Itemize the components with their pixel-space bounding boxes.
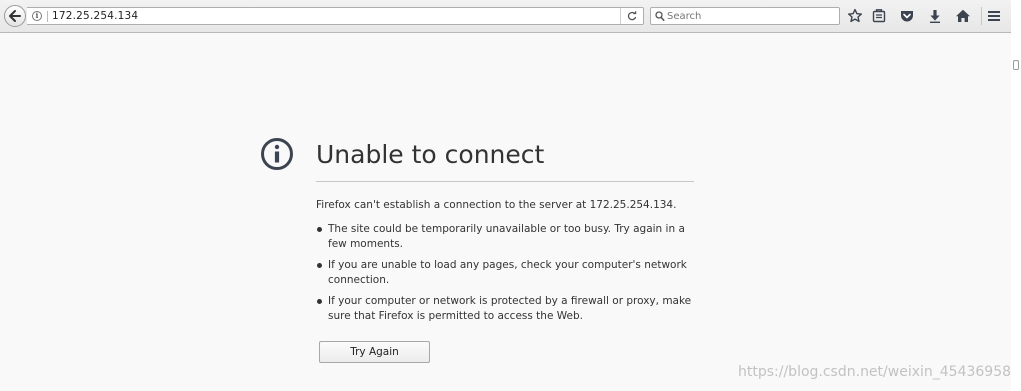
url-bar[interactable]: i 172.25.254.134	[27, 7, 644, 25]
reload-button[interactable]	[620, 8, 643, 24]
list-item: The site could be temporarily unavailabl…	[316, 222, 696, 252]
bookmark-star-icon[interactable]	[847, 8, 863, 24]
download-icon[interactable]	[927, 8, 943, 24]
error-title: Unable to connect	[316, 140, 545, 169]
title-divider	[316, 181, 694, 182]
search-icon	[655, 11, 665, 22]
home-icon[interactable]	[955, 8, 971, 24]
error-description: Firefox can't establish a connection to …	[316, 199, 677, 211]
hamburger-menu-icon[interactable]	[986, 8, 1002, 24]
watermark-text: https://blog.csdn.net/weixin_45436958	[738, 364, 1012, 380]
back-arrow-icon	[9, 10, 21, 22]
navigation-toolbar: i 172.25.254.134	[0, 0, 1011, 33]
window-edge	[1011, 0, 1021, 391]
search-bar[interactable]	[650, 7, 840, 25]
pocket-icon[interactable]	[899, 8, 915, 24]
search-input[interactable]	[667, 8, 835, 24]
list-item: If your computer or network is protected…	[316, 294, 696, 324]
reload-icon	[627, 11, 637, 21]
try-again-button[interactable]: Try Again	[319, 341, 430, 363]
back-button[interactable]	[4, 5, 26, 27]
error-suggestions: The site could be temporarily unavailabl…	[316, 222, 696, 330]
site-info-icon[interactable]: i	[32, 11, 42, 21]
resize-handle-icon	[1013, 60, 1019, 70]
reading-list-icon[interactable]	[871, 8, 887, 24]
toolbar-divider	[981, 7, 982, 25]
list-item: If you are unable to load any pages, che…	[316, 258, 696, 288]
url-text[interactable]: 172.25.254.134	[52, 9, 138, 23]
url-divider	[47, 11, 48, 22]
info-circle-icon	[261, 138, 293, 170]
